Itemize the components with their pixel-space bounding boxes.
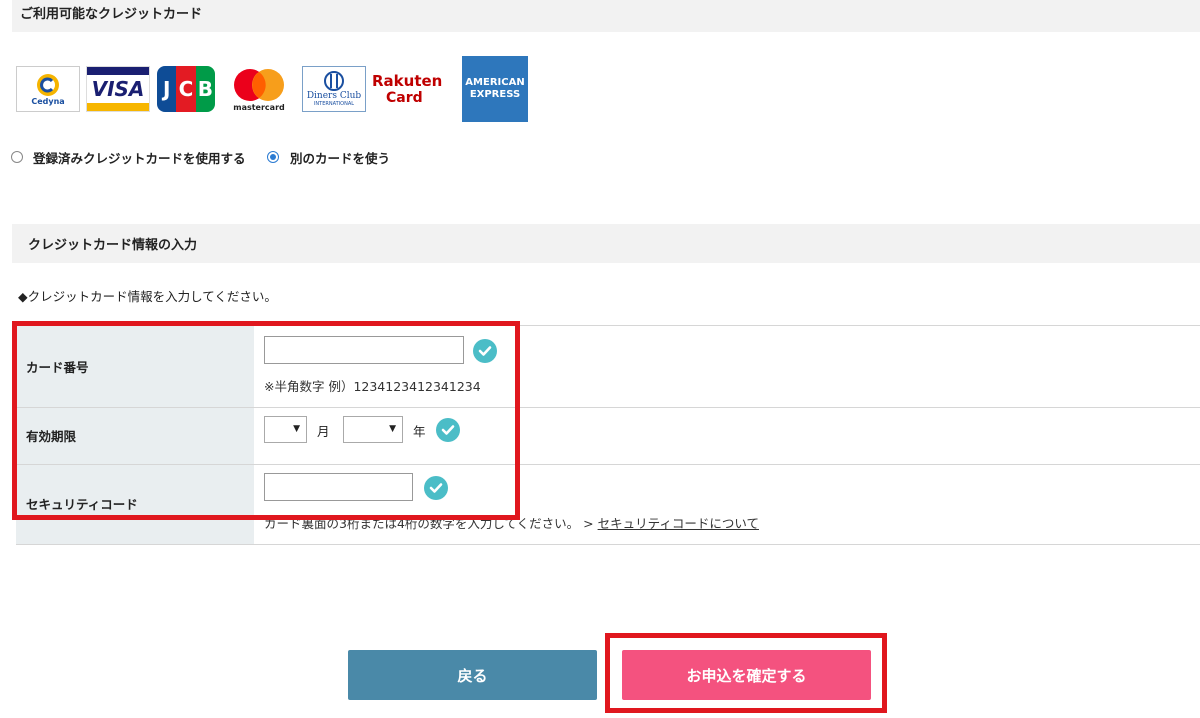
use-another-card-label[interactable]: 別のカードを使う bbox=[290, 148, 390, 167]
use-registered-card-label[interactable]: 登録済みクレジットカードを使用する bbox=[33, 148, 246, 167]
back-button[interactable]: 戻る bbox=[348, 650, 597, 700]
visa-logo: VISA bbox=[86, 66, 150, 112]
cedyna-mark-icon bbox=[37, 73, 59, 96]
use-registered-card-radio[interactable] bbox=[11, 151, 23, 163]
form-highlight-box bbox=[12, 321, 520, 520]
american-express-logo: AMERICAN EXPRESS bbox=[462, 56, 528, 122]
card-info-instruction: ◆クレジットカード情報を入力してください。 bbox=[18, 289, 277, 304]
cedyna-logo: Cedyna bbox=[16, 66, 80, 112]
use-another-card-radio[interactable] bbox=[267, 151, 279, 163]
diners-club-logo: Diners Club INTERNATIONAL bbox=[302, 66, 366, 112]
jcb-logo: J C B bbox=[157, 66, 215, 112]
mastercard-circles-icon bbox=[234, 68, 284, 101]
security-code-info-link[interactable]: セキュリティコードについて bbox=[598, 516, 759, 531]
diners-mark-icon bbox=[324, 71, 344, 91]
card-info-section-header: クレジットカード情報の入力 bbox=[12, 224, 1200, 263]
cards-section-header: ご利用可能なクレジットカード bbox=[12, 0, 1200, 32]
rakuten-card-logo: Rakuten Card bbox=[372, 71, 443, 106]
card-info-section-title: クレジットカード情報の入力 bbox=[28, 238, 198, 253]
confirm-highlight-box bbox=[605, 633, 887, 713]
mastercard-logo: mastercard bbox=[226, 64, 292, 114]
cards-section-title: ご利用可能なクレジットカード bbox=[20, 7, 203, 22]
